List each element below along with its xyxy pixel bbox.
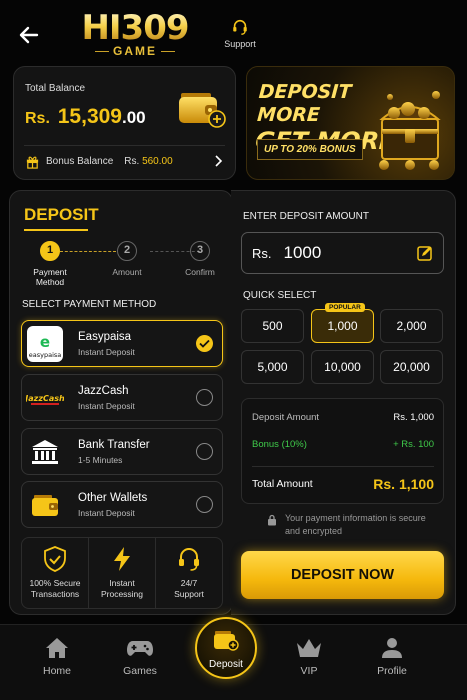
method-name: Easypaisa [78,330,132,343]
crown-icon [297,639,321,657]
balance-card: Total Balance Rs. 15,309.00 Bonus Balanc… [13,66,236,180]
lightning-icon [114,547,130,571]
quick-amount-5000[interactable]: 5,000 [241,350,304,384]
check-icon [196,335,213,352]
amount-value: 1000 [283,243,322,262]
popular-badge: POPULAR [325,303,365,312]
method-name: JazzCash [78,384,129,397]
nav-profile[interactable]: Profile [362,637,422,677]
headset-icon [233,19,247,35]
headset-icon [179,548,199,571]
deposit-title: DEPOSIT [24,205,99,231]
gamepad-icon [127,641,153,656]
bonus-balance-label: Bonus Balance [46,155,114,167]
amount-input[interactable]: Rs. 1000 [241,232,444,274]
method-name: Other Wallets [78,491,148,504]
support-button[interactable]: Support [222,18,258,49]
wallet-plus-icon [178,87,226,134]
chevron-right-icon [215,155,223,167]
deposit-stepper: 1 Payment Method 2 Amount 3 Confirm [24,241,224,293]
summary-bonus-row: Bonus (10%) + Rs. 100 [252,439,434,450]
support-label: Support [224,39,256,49]
summary-total-row: Total Amount Rs. 1,100 [252,476,434,492]
quick-amount-2000[interactable]: 2,000 [380,309,443,343]
method-name: Bank Transfer [78,438,150,451]
gift-icon [26,156,39,169]
nav-home[interactable]: Home [27,637,87,677]
total-balance-amount: Rs. 15,309.00 [25,105,146,128]
total-balance-label: Total Balance [25,83,86,94]
back-arrow-icon[interactable] [16,22,42,48]
amount-currency: Rs. [252,245,272,261]
treasure-chest-icon [374,85,446,176]
quick-amount-20000[interactable]: 20,000 [380,350,443,384]
bottom-nav: Home Games Deposit VIP Profile [0,617,467,700]
svg-text:JazzCash: JazzCash [26,394,64,403]
promo-banner[interactable]: DEPOSIT MORE GET MORE UP TO 20% BONUS [246,66,455,180]
shield-check-icon [44,546,66,572]
promo-badge: UP TO 20% BONUS [257,139,363,160]
payment-method-bank-transfer[interactable]: Bank Transfer 1-5 Minutes [21,428,223,475]
nav-deposit[interactable]: Deposit [195,617,257,679]
method-sub: Instant Deposit [78,507,135,518]
feature-secure: 100% Secure Transactions [22,538,88,608]
deposit-summary: Deposit Amount Rs. 1,000 Bonus (10%) + Rs.… [241,398,444,504]
bonus-balance-row[interactable]: Bonus Balance Rs. 560.00 [25,151,223,171]
jazzcash-logo: JazzCash [26,379,64,417]
method-sub: Instant Deposit [78,346,135,357]
payment-method-easypaisa[interactable]: e easypaisa Easypaisa Instant Deposit [21,320,223,367]
deposit-method-panel: DEPOSIT 1 Payment Method 2 Amount 3 Confirm… [9,190,233,615]
easypaisa-logo: e easypaisa [26,325,64,363]
logo-main-text: HI309 [76,10,194,46]
brand-logo: HI309 GAME [76,10,194,58]
secure-note: Your payment information is secure and e… [267,512,437,538]
deposit-amount-panel: ENTER DEPOSIT AMOUNT Rs. 1000 QUICK SELE… [231,190,456,615]
deposit-now-button[interactable]: DEPOSIT NOW [241,551,444,599]
payment-method-jazzcash[interactable]: JazzCash JazzCash Instant Deposit [21,374,223,421]
radio-button[interactable] [196,496,213,513]
step-payment-method: 1 Payment Method [24,241,76,287]
quick-select-label: QUICK SELECT [243,290,317,301]
quick-amount-1000[interactable]: POPULAR 1,000 [311,303,374,343]
svg-text:e: e [40,333,50,351]
radio-button[interactable] [196,389,213,406]
enter-amount-label: ENTER DEPOSIT AMOUNT [243,211,369,222]
quick-amount-500[interactable]: 500 [241,309,304,343]
bonus-balance-value: Rs. 560.00 [124,155,173,167]
svg-text:easypaisa: easypaisa [29,351,62,359]
method-sub: 1-5 Minutes [78,454,123,465]
select-payment-label: SELECT PAYMENT METHOD [22,299,157,310]
home-icon [46,638,68,658]
quick-amount-10000[interactable]: 10,000 [311,350,374,384]
features-strip: 100% Secure Transactions Instant Processin… [21,537,223,609]
feature-instant: Instant Processing [88,538,155,608]
lock-icon [268,514,276,526]
bank-icon [26,433,64,471]
summary-deposit-row: Deposit Amount Rs. 1,000 [252,412,434,423]
edit-icon [417,246,432,261]
wallet-plus-icon [214,631,239,651]
method-sub: Instant Deposit [78,400,135,411]
payment-method-other-wallets[interactable]: Other Wallets Instant Deposit [21,481,223,528]
nav-games[interactable]: Games [110,637,170,677]
nav-vip[interactable]: VIP [279,637,339,677]
radio-button[interactable] [196,443,213,460]
step-amount: 2 Amount [101,241,153,277]
feature-support: 24/7 Support [155,538,222,608]
user-icon [382,638,402,658]
step-confirm: 3 Confirm [174,241,226,277]
wallet-icon [26,486,64,524]
